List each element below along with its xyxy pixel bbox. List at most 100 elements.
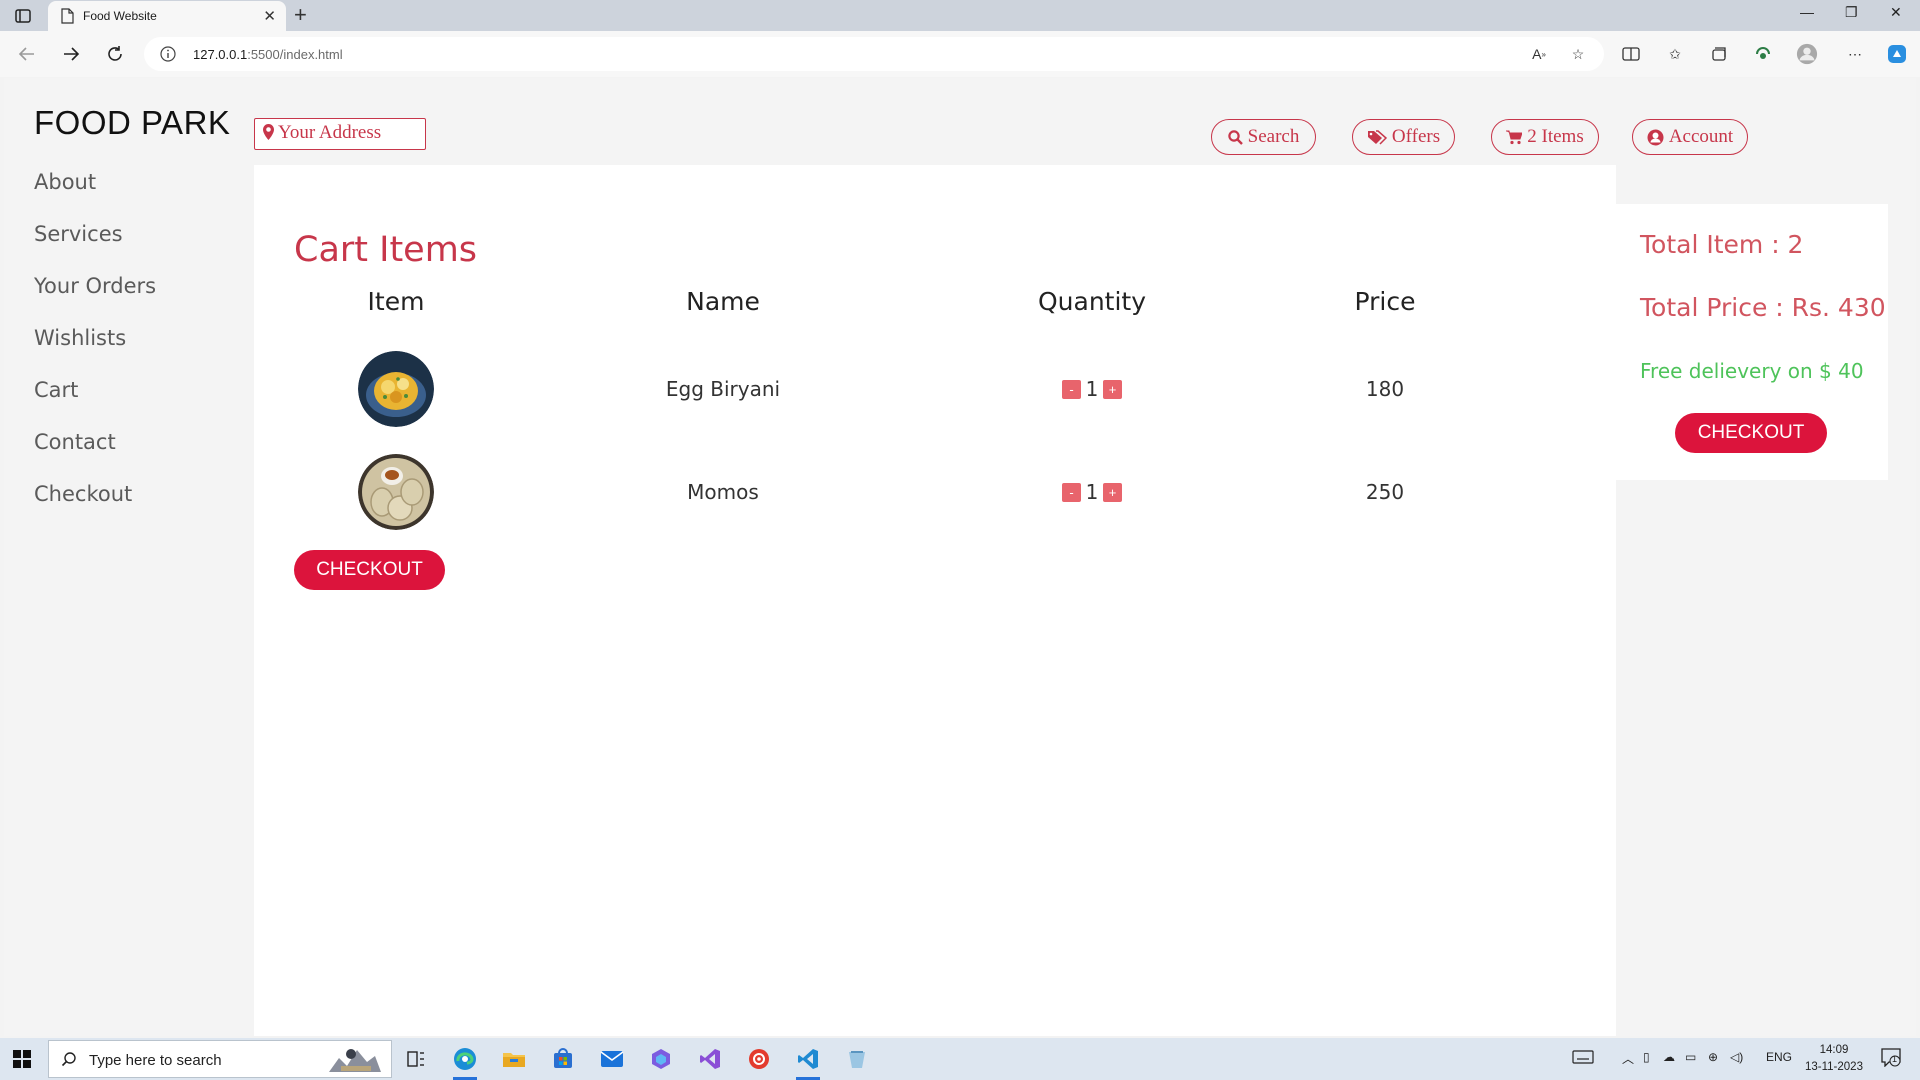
increment-button[interactable]: +: [1103, 379, 1122, 399]
tab-title: Food Website: [83, 9, 157, 23]
browser-tab[interactable]: Food Website ✕: [48, 1, 286, 32]
taskbar-search-box[interactable]: Type here to search: [48, 1040, 392, 1078]
increment-button[interactable]: +: [1103, 482, 1122, 502]
profile-avatar[interactable]: [1796, 43, 1818, 65]
new-tab-icon[interactable]: +: [294, 2, 307, 28]
user-circle-icon: [1647, 129, 1664, 145]
nav-checkout[interactable]: Checkout: [34, 482, 156, 506]
minimize-icon[interactable]: —: [1800, 4, 1814, 20]
clock-time: 14:09: [1819, 1044, 1849, 1056]
nav-your-orders[interactable]: Your Orders: [34, 274, 156, 298]
item-name: Egg Biryani: [665, 377, 781, 401]
account-label: Account: [1668, 126, 1734, 147]
system-clock[interactable]: 14:09 13-11-2023: [1792, 1042, 1876, 1076]
windows-start-icon[interactable]: [12, 1049, 32, 1073]
address-input[interactable]: Your Address: [254, 118, 426, 150]
account-button[interactable]: Account: [1632, 119, 1748, 155]
column-header-quantity: Quantity: [1037, 287, 1147, 316]
site-logo[interactable]: FOOD PARK: [34, 104, 230, 142]
network-globe-icon[interactable]: ⊕: [1708, 1050, 1718, 1064]
split-screen-icon[interactable]: [1620, 43, 1642, 65]
extension-icon[interactable]: [1752, 43, 1774, 65]
nav-services[interactable]: Services: [34, 222, 156, 246]
task-view-icon[interactable]: [398, 1043, 434, 1075]
map-marker-icon: [263, 124, 274, 140]
website-page: FOOD PARK About Services Your Orders Wis…: [4, 78, 1916, 1036]
nav-about[interactable]: About: [34, 170, 156, 194]
order-summary-panel: Total Item : 2 Total Price : Rs. 430 Fre…: [1616, 204, 1888, 480]
app-glass-icon[interactable]: [839, 1043, 875, 1075]
cart-button[interactable]: 2 Items: [1491, 119, 1599, 155]
item-price: 180: [1365, 377, 1405, 401]
language-indicator[interactable]: ENG: [1766, 1050, 1792, 1064]
app-red-icon[interactable]: [741, 1043, 777, 1075]
collections-icon[interactable]: [1708, 43, 1730, 65]
free-delivery-text: Free delievery on $ 40: [1640, 359, 1864, 383]
more-menu-icon[interactable]: ⋯: [1844, 43, 1866, 65]
quantity-stepper: - 1 +: [1062, 377, 1122, 401]
summary-checkout-button[interactable]: CHECKOUT: [1675, 413, 1827, 453]
volume-icon[interactable]: ◁): [1730, 1050, 1743, 1064]
browser-toolbar: 127.0.0.1:5500/index.html A» ☆ ✩ ⋯: [0, 31, 1920, 77]
nav-contact[interactable]: Contact: [34, 430, 156, 454]
nav-cart[interactable]: Cart: [34, 378, 156, 402]
quantity-value: 1: [1085, 480, 1099, 504]
windows-taskbar: Type here to search ︿ ▯ ☁ ▭ ⊕ ◁) ENG 14:…: [0, 1038, 1920, 1080]
close-window-icon[interactable]: ✕: [1890, 4, 1902, 21]
back-icon[interactable]: [16, 43, 38, 65]
page-icon: [60, 8, 74, 28]
tab-close-icon[interactable]: ✕: [263, 7, 276, 25]
battery-icon[interactable]: ▭: [1685, 1050, 1696, 1064]
total-items-text: Total Item : 2: [1640, 230, 1804, 259]
total-price-text: Total Price : Rs. 430: [1640, 293, 1886, 322]
vscode-icon[interactable]: [790, 1043, 826, 1080]
refresh-icon[interactable]: [104, 43, 126, 65]
column-header-price: Price: [1354, 287, 1416, 316]
edge-browser-icon[interactable]: [447, 1043, 483, 1080]
onedrive-icon[interactable]: ☁: [1663, 1050, 1675, 1064]
address-placeholder: Your Address: [278, 122, 382, 143]
cart-count-label: 2 Items: [1527, 126, 1584, 147]
keyboard-icon[interactable]: [1572, 1049, 1594, 1068]
tags-icon: [1367, 129, 1387, 145]
file-explorer-icon[interactable]: [496, 1043, 532, 1075]
item-name: Momos: [687, 480, 759, 504]
search-highlight-illustration: [321, 1044, 385, 1080]
taskbar-search-placeholder: Type here to search: [89, 1052, 222, 1069]
search-icon: [1227, 129, 1243, 145]
quantity-stepper: - 1 +: [1062, 480, 1122, 504]
decrement-button[interactable]: -: [1062, 482, 1081, 502]
site-info-icon[interactable]: [160, 46, 176, 66]
column-header-item: Item: [367, 287, 425, 316]
nav-wishlists[interactable]: Wishlists: [34, 326, 156, 350]
notification-center-icon[interactable]: 1: [1880, 1047, 1902, 1070]
read-aloud-icon[interactable]: A»: [1528, 43, 1550, 65]
device-icon[interactable]: ▯: [1643, 1050, 1650, 1064]
checkout-button[interactable]: CHECKOUT: [294, 550, 445, 590]
egg-biryani-image: [358, 351, 434, 427]
visual-studio-icon[interactable]: [692, 1043, 728, 1075]
cart-title: Cart Items: [294, 230, 478, 270]
browser-tab-bar: Food Website ✕ + — ❐ ✕: [0, 0, 1920, 32]
offers-label: Offers: [1391, 126, 1441, 147]
offers-button[interactable]: Offers: [1352, 119, 1455, 155]
favorites-icon[interactable]: ✩: [1664, 43, 1686, 65]
search-label: Search: [1247, 126, 1300, 147]
address-bar[interactable]: 127.0.0.1:5500/index.html A» ☆: [144, 37, 1604, 71]
column-header-name: Name: [686, 287, 760, 316]
copilot-app-icon[interactable]: [643, 1043, 679, 1075]
favorite-star-icon[interactable]: ☆: [1567, 43, 1589, 65]
forward-icon[interactable]: [60, 43, 82, 65]
item-price: 250: [1365, 480, 1405, 504]
tab-actions-icon[interactable]: [12, 6, 34, 26]
restore-icon[interactable]: ❐: [1845, 4, 1858, 21]
side-navigation: About Services Your Orders Wishlists Car…: [34, 170, 156, 534]
copilot-icon[interactable]: [1886, 43, 1908, 65]
show-hidden-icons-icon[interactable]: ︿: [1622, 1050, 1634, 1067]
notification-count: 1: [1892, 1054, 1898, 1064]
microsoft-store-icon[interactable]: [545, 1043, 581, 1075]
mail-icon[interactable]: [594, 1043, 630, 1075]
search-button[interactable]: Search: [1211, 119, 1316, 155]
decrement-button[interactable]: -: [1062, 379, 1081, 399]
cart-section: Cart Items Item Name Quantity Price Egg …: [254, 165, 1616, 1036]
